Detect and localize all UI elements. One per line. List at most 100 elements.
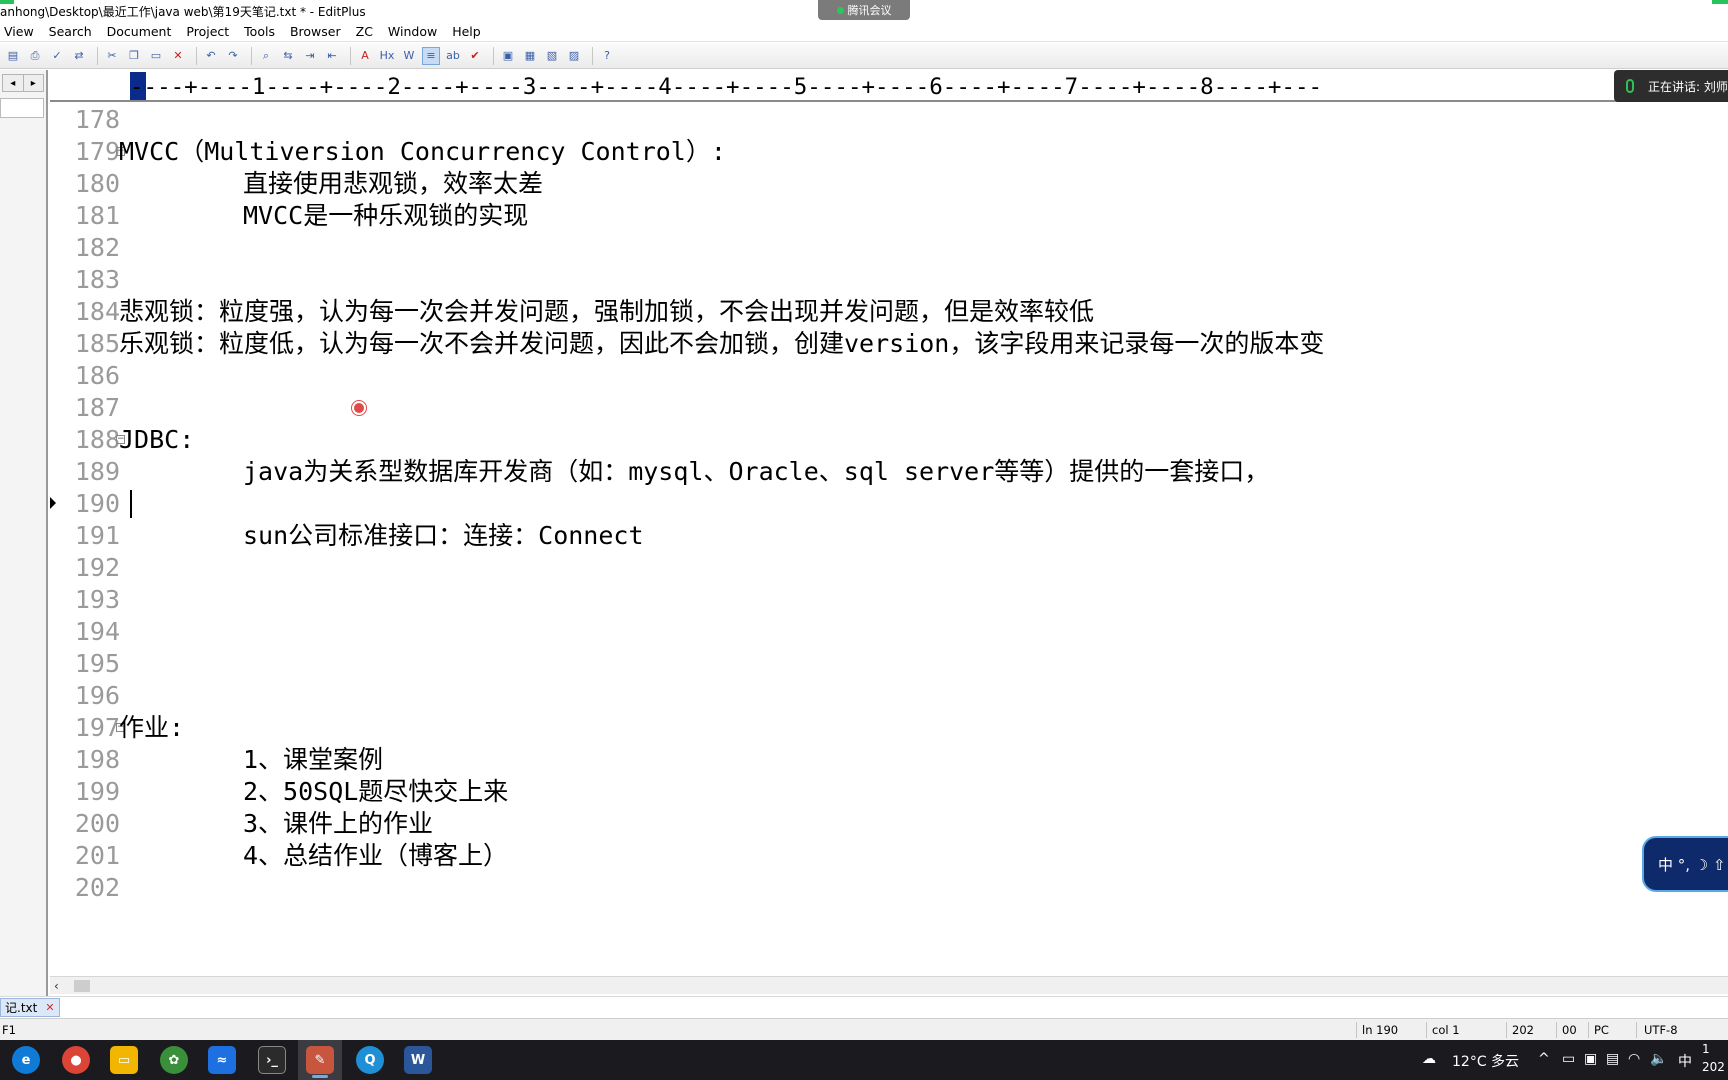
line-number: 186 (74, 361, 120, 390)
tray-app-icon[interactable]: ▣ (1584, 1051, 1597, 1067)
scroll-left-icon[interactable]: ‹ (54, 979, 59, 993)
line-number: 184 (74, 297, 120, 326)
editor-line[interactable]: 178 (50, 104, 1728, 136)
editor-line[interactable]: 186 (50, 360, 1728, 392)
view4-icon[interactable]: ▨ (565, 47, 583, 65)
print-icon[interactable]: ⎙ (26, 47, 44, 65)
tray-app-icon[interactable]: ▭ (1562, 1051, 1575, 1067)
active-indicator (312, 1075, 328, 1078)
toggle-icon[interactable]: ⇄ (70, 47, 88, 65)
editor-line[interactable]: 202 (50, 872, 1728, 904)
font-icon[interactable]: A (356, 47, 374, 65)
clock-date[interactable]: 202 (1702, 1060, 1725, 1074)
directory-field[interactable] (0, 98, 44, 118)
terminal-icon[interactable]: ›_ (258, 1046, 286, 1074)
check-icon[interactable]: ✔ (466, 47, 484, 65)
nav-right-icon[interactable]: ▸ (24, 75, 44, 91)
editor-line[interactable]: 183 (50, 264, 1728, 296)
indent-icon[interactable]: ⇤ (323, 47, 341, 65)
cursor-highlight-marker (352, 401, 366, 415)
editor-line[interactable]: 190 (50, 488, 1728, 520)
editor-line[interactable]: 180 直接使用悲观锁，效率太差 (50, 168, 1728, 200)
ime-floating-widget[interactable]: 中 °, ☽ ⇧ (1642, 836, 1728, 892)
spellcheck-icon[interactable]: ✓ (48, 47, 66, 65)
explorer-icon[interactable]: ▭ (110, 1046, 138, 1074)
delete-icon[interactable]: ✕ (169, 47, 187, 65)
print-preview-icon[interactable]: ▤ (4, 47, 22, 65)
editor-line[interactable]: 201 4、总结作业（博客上） (50, 840, 1728, 872)
editor-line[interactable]: 191 sun公司标准接口：连接：Connect (50, 520, 1728, 552)
replace-icon[interactable]: ⇆ (279, 47, 297, 65)
view3-icon[interactable]: ▧ (543, 47, 561, 65)
weather-text[interactable]: 12°C 多云 (1452, 1051, 1519, 1071)
editor-line[interactable]: 198 1、课堂案例 (50, 744, 1728, 776)
editor-line[interactable]: 197− 作业: (50, 712, 1728, 744)
editor-line[interactable]: 189 java为关系型数据库开发商（如：mysql、Oracle、sql ser… (50, 456, 1728, 488)
word-icon[interactable]: W (404, 1046, 432, 1074)
hex-icon[interactable]: Hx (378, 47, 396, 65)
undo-icon[interactable]: ↶ (202, 47, 220, 65)
editor-line[interactable]: 199 2、50SQL题尽快交上来 (50, 776, 1728, 808)
file-tab[interactable]: 记.txt ✕ (0, 998, 60, 1017)
tray-expand-icon[interactable]: ^ (1538, 1051, 1550, 1067)
cut-icon[interactable]: ✂ (103, 47, 121, 65)
editor-line[interactable]: 185 乐观锁：粒度低，认为每一次不会并发问题，因此不会加锁，创建version，… (50, 328, 1728, 360)
volume-icon[interactable]: 🔈 (1650, 1051, 1667, 1067)
menu-browser[interactable]: Browser (290, 24, 341, 39)
ime-indicator[interactable]: 中 (1678, 1051, 1692, 1071)
menu-project[interactable]: Project (186, 24, 229, 39)
redo-icon[interactable]: ↷ (224, 47, 242, 65)
menu-document[interactable]: Document (107, 24, 172, 39)
editor-line[interactable]: 193 (50, 584, 1728, 616)
edge-icon[interactable]: e (12, 1046, 40, 1074)
scrollbar-thumb[interactable] (74, 980, 90, 992)
status-separator (1356, 1022, 1357, 1038)
weather-icon[interactable]: ☁ (1422, 1051, 1436, 1067)
editor-line[interactable]: 200 3、课件上的作业 (50, 808, 1728, 840)
menu-search[interactable]: Search (49, 24, 92, 39)
line-number: 193 (74, 585, 120, 614)
menu-window[interactable]: Window (388, 24, 437, 39)
meeting-icon[interactable]: ≈ (208, 1046, 236, 1074)
tray-printer-icon[interactable]: ▤ (1606, 1051, 1619, 1067)
meeting-pill[interactable]: 腾讯会议 (818, 0, 910, 20)
editor-line[interactable]: 195 (50, 648, 1728, 680)
editor-line[interactable]: 196 (50, 680, 1728, 712)
wordwrap-icon[interactable]: W (400, 47, 418, 65)
editor-line[interactable]: 184 悲观锁：粒度强，认为每一次会并发问题，强制加锁，不会出现并发问题，但是效率… (50, 296, 1728, 328)
network-icon[interactable]: ◠ (1628, 1051, 1640, 1067)
app-icon[interactable]: ✿ (160, 1046, 188, 1074)
editor-line[interactable]: 181 MVCC是一种乐观锁的实现 (50, 200, 1728, 232)
close-icon[interactable]: ✕ (45, 1001, 54, 1014)
editor-area[interactable]: 178 179− MVCC（Multiversion Concurrency Con… (50, 104, 1728, 976)
editplus-icon[interactable]: ✎ (306, 1046, 334, 1074)
editor-line[interactable]: 192 (50, 552, 1728, 584)
search-icon[interactable]: Q (356, 1046, 384, 1074)
abc-icon[interactable]: ab (444, 47, 462, 65)
menu-view[interactable]: View (4, 24, 34, 39)
nav-left-icon[interactable]: ◂ (3, 75, 24, 91)
goto-icon[interactable]: ⇥ (301, 47, 319, 65)
editor-line[interactable]: 188− JDBC: (50, 424, 1728, 456)
find-icon[interactable]: ⌕ (257, 47, 275, 65)
speaking-label: 正在讲话: 刘师 (1648, 79, 1728, 94)
clock-time[interactable]: 1 (1702, 1042, 1710, 1056)
paste-icon[interactable]: ▭ (147, 47, 165, 65)
view2-icon[interactable]: ▦ (521, 47, 539, 65)
view1-icon[interactable]: ▣ (499, 47, 517, 65)
line-number: 197 (74, 713, 120, 742)
toolbar-separator (97, 46, 98, 65)
linenumber-icon[interactable]: ≡ (422, 46, 440, 65)
menu-help[interactable]: Help (452, 24, 481, 39)
menu-zc[interactable]: ZC (356, 24, 373, 39)
menu-tools[interactable]: Tools (244, 24, 275, 39)
chrome-icon[interactable]: ● (62, 1046, 90, 1074)
help-icon[interactable]: ? (598, 47, 616, 65)
editor-line[interactable]: 179− MVCC（Multiversion Concurrency Contro… (50, 136, 1728, 168)
editor-line[interactable]: 182 (50, 232, 1728, 264)
line-text: 4、总结作业（博客上） (243, 841, 509, 870)
horizontal-scrollbar[interactable]: ‹ (50, 976, 1728, 994)
editor-line[interactable]: 194 (50, 616, 1728, 648)
editor-line[interactable]: 187 (50, 392, 1728, 424)
copy-icon[interactable]: ❐ (125, 47, 143, 65)
